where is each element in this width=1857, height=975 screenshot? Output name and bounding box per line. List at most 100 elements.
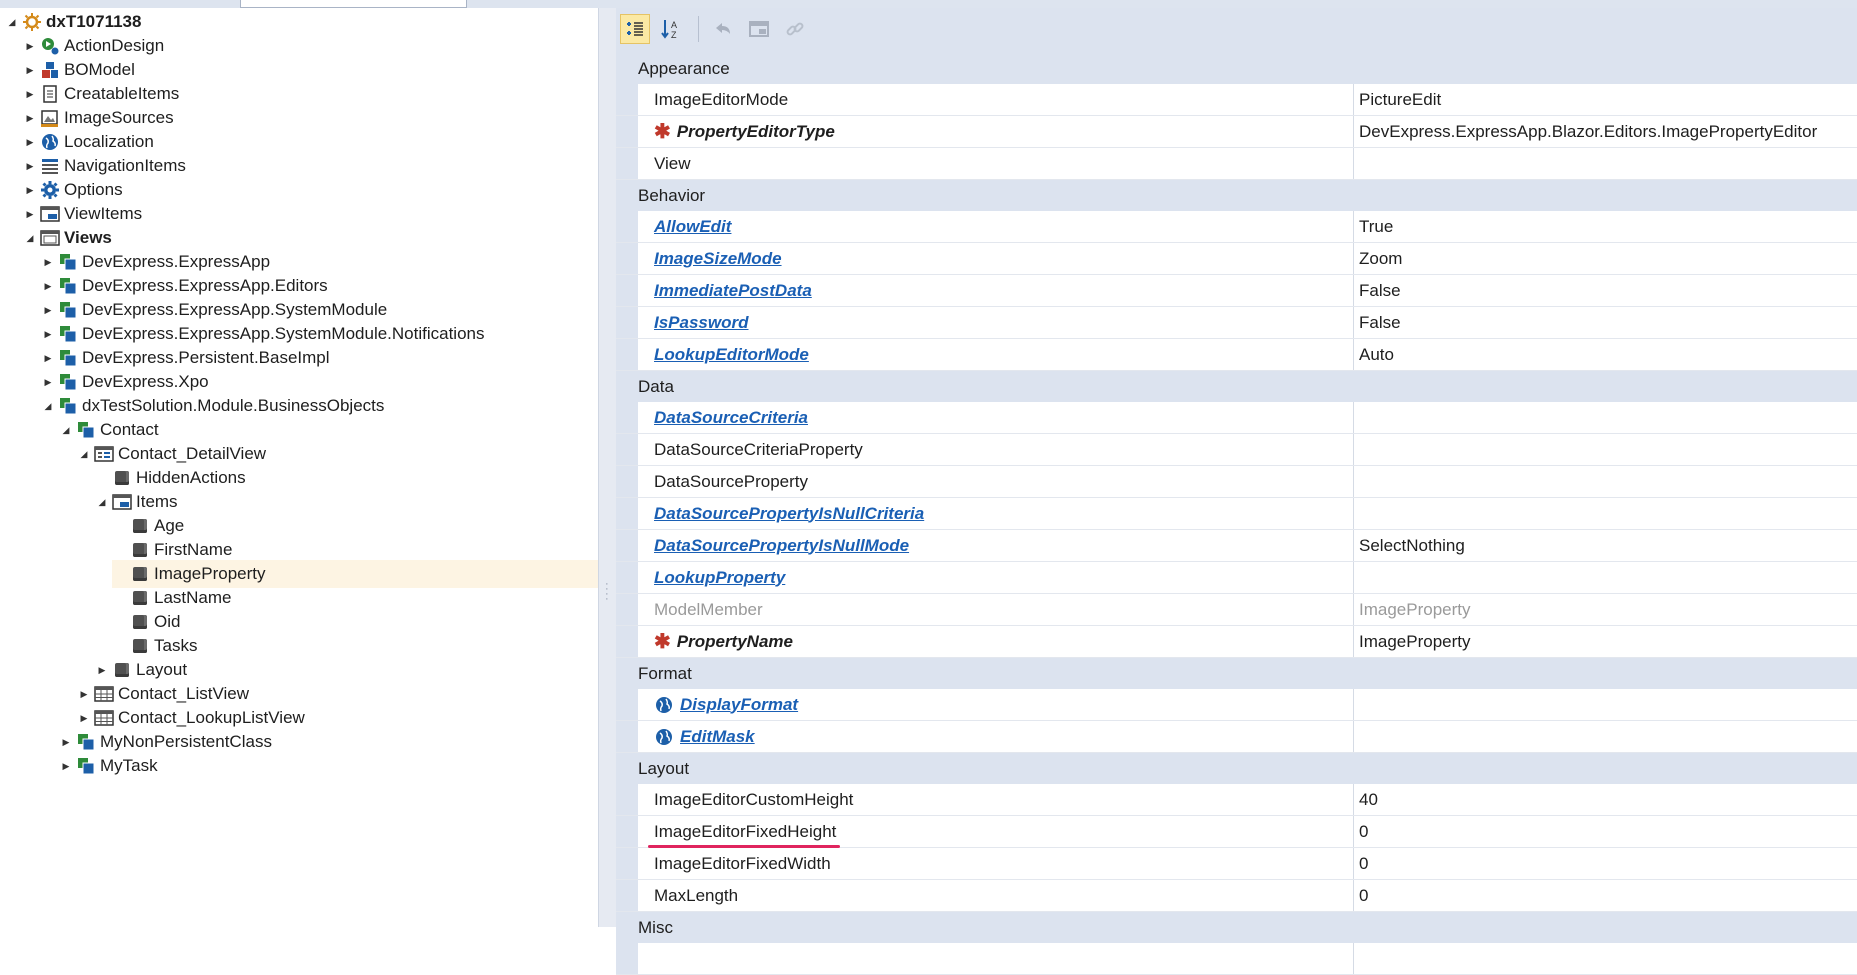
property-row[interactable]: ImmediatePostData False — [616, 275, 1857, 307]
property-name-link[interactable]: ImageSizeMode — [638, 243, 1354, 274]
property-row-partial[interactable] — [616, 943, 1857, 975]
property-row[interactable]: LookupEditorMode Auto — [616, 339, 1857, 371]
property-value[interactable] — [1354, 689, 1857, 720]
node-cube-icon — [128, 635, 152, 657]
expand-arrow-icon[interactable]: ▶ — [76, 689, 92, 700]
property-row[interactable]: IsPassword False — [616, 307, 1857, 339]
property-row-highlighted[interactable]: ImageEditorFixedHeight 0 — [616, 816, 1857, 848]
property-value[interactable] — [1354, 402, 1857, 433]
expand-arrow-icon[interactable]: ▶ — [94, 665, 110, 676]
tree-item-label: FirstName — [154, 540, 233, 559]
property-value[interactable] — [1354, 943, 1857, 974]
property-row[interactable]: AllowEdit True — [616, 211, 1857, 243]
expand-arrow-icon[interactable]: ▶ — [22, 185, 38, 196]
property-value[interactable]: Zoom — [1354, 243, 1857, 274]
tree-item-label: ViewItems — [64, 204, 143, 223]
alphabetical-sort-button[interactable]: AZ — [656, 14, 686, 44]
property-row[interactable]: DisplayFormat — [616, 689, 1857, 721]
panel-splitter[interactable]: · · · · — [598, 8, 617, 927]
link-button[interactable] — [780, 14, 810, 44]
property-value[interactable]: 40 — [1354, 784, 1857, 815]
property-value[interactable]: ImageProperty — [1354, 626, 1857, 657]
collapse-arrow-icon[interactable]: ◢ — [4, 17, 20, 28]
property-value[interactable]: 0 — [1354, 816, 1857, 847]
tree-item-class[interactable]: ▶ MyTask — [58, 752, 158, 780]
property-row[interactable]: ImageEditorCustomHeight 40 — [616, 784, 1857, 816]
expand-arrow-icon[interactable]: ▶ — [58, 737, 74, 748]
collapse-arrow-icon[interactable]: ◢ — [76, 449, 92, 460]
node-cube-icon — [128, 587, 152, 609]
property-value[interactable]: True — [1354, 211, 1857, 242]
property-name-link[interactable]: LookupEditorMode — [638, 339, 1354, 370]
property-name-link[interactable]: DataSourceCriteria — [638, 402, 1354, 433]
expand-arrow-icon[interactable]: ▶ — [40, 281, 56, 292]
categorized-button[interactable] — [620, 14, 650, 44]
property-row[interactable]: LookupProperty — [616, 562, 1857, 594]
property-value[interactable] — [1354, 148, 1857, 179]
expand-arrow-icon[interactable]: ▶ — [22, 41, 38, 52]
collapse-arrow-icon[interactable]: ◢ — [58, 425, 74, 436]
tree-item-label: Items — [136, 492, 178, 511]
property-name-link[interactable]: LookupProperty — [638, 562, 1354, 593]
undo-button[interactable] — [708, 14, 738, 44]
property-value[interactable]: SelectNothing — [1354, 530, 1857, 561]
search-input[interactable] — [240, 0, 467, 8]
property-row[interactable]: ImageSizeMode Zoom — [616, 243, 1857, 275]
property-row[interactable]: DataSourcePropertyIsNullCriteria — [616, 498, 1857, 530]
property-row[interactable]: DataSourceCriteriaProperty — [616, 434, 1857, 466]
property-row[interactable]: View — [616, 148, 1857, 180]
property-value[interactable] — [1354, 721, 1857, 752]
expand-arrow-icon[interactable]: ▶ — [58, 761, 74, 772]
property-name-link[interactable]: DataSourcePropertyIsNullMode — [638, 530, 1354, 561]
expand-arrow-icon[interactable]: ▶ — [22, 65, 38, 76]
tree-item-label: Age — [154, 516, 185, 535]
expand-arrow-icon[interactable]: ▶ — [22, 89, 38, 100]
property-row[interactable]: DataSourceCriteria — [616, 402, 1857, 434]
collapse-arrow-icon[interactable]: ◢ — [22, 233, 38, 244]
expand-arrow-icon[interactable]: ▶ — [40, 257, 56, 268]
sort-az-icon: AZ — [661, 20, 677, 40]
tree-item-label: LastName — [154, 588, 232, 607]
expand-arrow-icon[interactable]: ▶ — [22, 113, 38, 124]
property-name-link[interactable]: ImmediatePostData — [638, 275, 1354, 306]
tree-item-label: DevExpress.ExpressApp.Editors — [82, 276, 328, 295]
property-value[interactable]: 0 — [1354, 880, 1857, 911]
property-value[interactable]: Auto — [1354, 339, 1857, 370]
view-items-icon — [38, 203, 62, 225]
property-value[interactable]: 0 — [1354, 848, 1857, 879]
property-row[interactable]: MaxLength 0 — [616, 880, 1857, 912]
expand-arrow-icon[interactable]: ▶ — [40, 305, 56, 316]
property-row[interactable]: ✱ PropertyName ImageProperty — [616, 626, 1857, 658]
property-row[interactable]: DataSourceProperty — [616, 466, 1857, 498]
property-value[interactable]: PictureEdit — [1354, 84, 1857, 115]
property-row[interactable]: EditMask — [616, 721, 1857, 753]
property-name-link[interactable]: IsPassword — [638, 307, 1354, 338]
property-value[interactable]: False — [1354, 307, 1857, 338]
expand-arrow-icon[interactable]: ▶ — [40, 377, 56, 388]
collapse-arrow-icon[interactable]: ◢ — [94, 497, 110, 508]
property-value[interactable] — [1354, 434, 1857, 465]
property-value[interactable] — [1354, 562, 1857, 593]
property-row[interactable]: ImageEditorFixedWidth 0 — [616, 848, 1857, 880]
expand-arrow-icon[interactable]: ▶ — [40, 329, 56, 340]
expand-arrow-icon[interactable]: ▶ — [22, 161, 38, 172]
reset-button[interactable] — [744, 14, 774, 44]
property-name-link[interactable]: DisplayFormat — [638, 689, 1354, 720]
property-row[interactable]: DataSourcePropertyIsNullMode SelectNothin… — [616, 530, 1857, 562]
property-name: ✱ PropertyName — [638, 626, 1354, 657]
property-name-link[interactable]: EditMask — [638, 721, 1354, 752]
property-value[interactable]: False — [1354, 275, 1857, 306]
expand-arrow-icon[interactable]: ▶ — [76, 713, 92, 724]
expand-arrow-icon[interactable]: ▶ — [22, 209, 38, 220]
property-name-link[interactable]: DataSourcePropertyIsNullCriteria — [638, 498, 1354, 529]
property-value[interactable] — [1354, 466, 1857, 497]
expand-arrow-icon[interactable]: ▶ — [40, 353, 56, 364]
category-format: Format — [616, 658, 1857, 689]
property-value[interactable] — [1354, 498, 1857, 529]
property-value[interactable]: DevExpress.ExpressApp.Blazor.Editors.Ima… — [1354, 116, 1857, 147]
property-name-link[interactable]: AllowEdit — [638, 211, 1354, 242]
collapse-arrow-icon[interactable]: ◢ — [40, 401, 56, 412]
expand-arrow-icon[interactable]: ▶ — [22, 137, 38, 148]
property-row[interactable]: ✱ PropertyEditorType DevExpress.ExpressApp… — [616, 116, 1857, 148]
property-row[interactable]: ImageEditorMode PictureEdit — [616, 84, 1857, 116]
